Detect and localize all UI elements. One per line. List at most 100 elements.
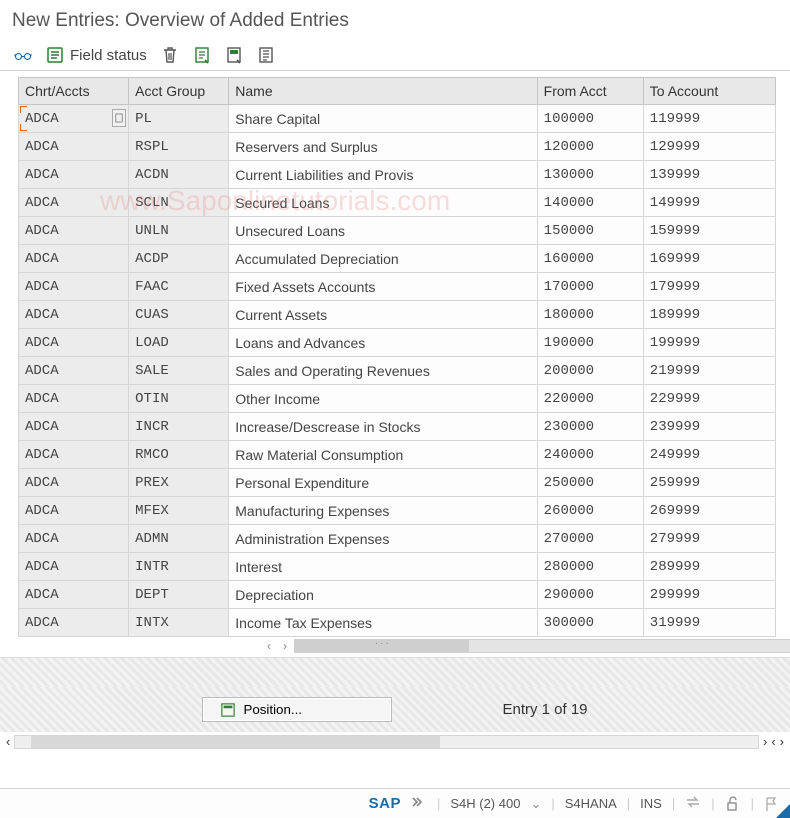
- cell-chrt[interactable]: ADCA: [19, 413, 129, 441]
- cell-from[interactable]: 170000: [537, 273, 643, 301]
- scroll-left-icon[interactable]: ‹: [6, 734, 10, 749]
- cell-from[interactable]: 290000: [537, 581, 643, 609]
- cell-to[interactable]: 159999: [643, 217, 775, 245]
- cell-to[interactable]: 179999: [643, 273, 775, 301]
- cell-chrt[interactable]: ADCA: [19, 441, 129, 469]
- cell-name[interactable]: Current Liabilities and Provis: [229, 161, 537, 189]
- cell-to[interactable]: 289999: [643, 553, 775, 581]
- cell-from[interactable]: 100000: [537, 105, 643, 133]
- cell-chrt[interactable]: ADCA: [19, 189, 129, 217]
- cell-chrt[interactable]: ADCA: [19, 301, 129, 329]
- unlock-icon[interactable]: [725, 796, 741, 812]
- table-row[interactable]: ADCAUNLNUnsecured Loans150000159999: [19, 217, 776, 245]
- table-horizontal-scrollbar[interactable]: ‹ ›: [262, 639, 790, 653]
- cell-name[interactable]: Increase/Descrease in Stocks: [229, 413, 537, 441]
- delete-icon[interactable]: [161, 46, 179, 64]
- table-row[interactable]: ADCADEPTDepreciation290000299999: [19, 581, 776, 609]
- col-chrt[interactable]: Chrt/Accts: [19, 78, 129, 105]
- cell-chrt[interactable]: ADCA: [19, 133, 129, 161]
- cell-group[interactable]: UNLN: [129, 217, 229, 245]
- cell-from[interactable]: 160000: [537, 245, 643, 273]
- cell-group[interactable]: SCLN: [129, 189, 229, 217]
- table-row[interactable]: ADCAINTRInterest280000289999: [19, 553, 776, 581]
- cell-name[interactable]: Share Capital: [229, 105, 537, 133]
- cell-from[interactable]: 260000: [537, 497, 643, 525]
- cell-name[interactable]: Reservers and Surplus: [229, 133, 537, 161]
- col-from[interactable]: From Acct: [537, 78, 643, 105]
- cell-from[interactable]: 220000: [537, 385, 643, 413]
- col-name[interactable]: Name: [229, 78, 537, 105]
- status-system[interactable]: S4H (2) 400: [450, 796, 520, 811]
- scroll-right-icon[interactable]: ›: [763, 734, 767, 749]
- cell-group[interactable]: RSPL: [129, 133, 229, 161]
- cell-chrt[interactable]: ADCA: [19, 581, 129, 609]
- window-horizontal-scrollbar[interactable]: ‹ › ‹ ›: [0, 732, 790, 751]
- cell-group[interactable]: PREX: [129, 469, 229, 497]
- cell-to[interactable]: 239999: [643, 413, 775, 441]
- cell-from[interactable]: 200000: [537, 357, 643, 385]
- scrollbar-thumb[interactable]: [31, 736, 439, 748]
- cell-chrt[interactable]: ADCA: [19, 609, 129, 637]
- cell-group[interactable]: RMCO: [129, 441, 229, 469]
- table-row[interactable]: ADCAMFEXManufacturing Expenses2600002699…: [19, 497, 776, 525]
- cell-from[interactable]: 190000: [537, 329, 643, 357]
- table-row[interactable]: ADCASALESales and Operating Revenues2000…: [19, 357, 776, 385]
- table-row[interactable]: ADCAOTINOther Income220000229999: [19, 385, 776, 413]
- cell-to[interactable]: 319999: [643, 609, 775, 637]
- cell-to[interactable]: 149999: [643, 189, 775, 217]
- cell-name[interactable]: Personal Expenditure: [229, 469, 537, 497]
- table-row[interactable]: ADCAADMNAdministration Expenses270000279…: [19, 525, 776, 553]
- table-row[interactable]: ADCAFAACFixed Assets Accounts17000017999…: [19, 273, 776, 301]
- cell-name[interactable]: Accumulated Depreciation: [229, 245, 537, 273]
- cell-name[interactable]: Sales and Operating Revenues: [229, 357, 537, 385]
- table-row[interactable]: ADCASCLNSecured Loans140000149999: [19, 189, 776, 217]
- cell-to[interactable]: 269999: [643, 497, 775, 525]
- deselect-all-icon[interactable]: [257, 46, 275, 64]
- cell-group[interactable]: OTIN: [129, 385, 229, 413]
- cell-chrt[interactable]: ADCA: [19, 385, 129, 413]
- cell-name[interactable]: Other Income: [229, 385, 537, 413]
- cell-group[interactable]: PL: [129, 105, 229, 133]
- cell-from[interactable]: 240000: [537, 441, 643, 469]
- cell-name[interactable]: Unsecured Loans: [229, 217, 537, 245]
- table-row[interactable]: ADCALOADLoans and Advances190000199999: [19, 329, 776, 357]
- cell-name[interactable]: Depreciation: [229, 581, 537, 609]
- cell-chrt[interactable]: ADCA: [19, 469, 129, 497]
- cell-to[interactable]: 259999: [643, 469, 775, 497]
- f4-help-icon[interactable]: [112, 109, 126, 127]
- cell-from[interactable]: 250000: [537, 469, 643, 497]
- scroll-right-icon[interactable]: ›: [780, 734, 784, 749]
- cell-to[interactable]: 219999: [643, 357, 775, 385]
- cell-from[interactable]: 120000: [537, 133, 643, 161]
- cell-from[interactable]: 280000: [537, 553, 643, 581]
- cell-group[interactable]: INCR: [129, 413, 229, 441]
- cell-to[interactable]: 249999: [643, 441, 775, 469]
- cell-to[interactable]: 139999: [643, 161, 775, 189]
- cell-name[interactable]: Administration Expenses: [229, 525, 537, 553]
- col-group[interactable]: Acct Group: [129, 78, 229, 105]
- scroll-left-icon[interactable]: ‹: [262, 639, 276, 653]
- cell-from[interactable]: 300000: [537, 609, 643, 637]
- cell-from[interactable]: 180000: [537, 301, 643, 329]
- table-row[interactable]: ADCAACDPAccumulated Depreciation16000016…: [19, 245, 776, 273]
- cell-chrt[interactable]: ADCA: [19, 357, 129, 385]
- cell-name[interactable]: Raw Material Consumption: [229, 441, 537, 469]
- cell-group[interactable]: SALE: [129, 357, 229, 385]
- table-row[interactable]: ADCAINTXIncome Tax Expenses300000319999: [19, 609, 776, 637]
- cell-chrt[interactable]: ADCA: [19, 553, 129, 581]
- table-row[interactable]: ADCARSPLReservers and Surplus12000012999…: [19, 133, 776, 161]
- cell-chrt[interactable]: ADCA: [19, 105, 129, 133]
- select-block-icon[interactable]: [225, 46, 243, 64]
- cell-chrt[interactable]: ADCA: [19, 497, 129, 525]
- cell-name[interactable]: Loans and Advances: [229, 329, 537, 357]
- scrollbar-track[interactable]: [14, 735, 759, 749]
- cell-to[interactable]: 119999: [643, 105, 775, 133]
- scroll-left-icon[interactable]: ‹: [771, 734, 775, 749]
- cell-group[interactable]: DEPT: [129, 581, 229, 609]
- cell-from[interactable]: 230000: [537, 413, 643, 441]
- cell-name[interactable]: Manufacturing Expenses: [229, 497, 537, 525]
- cell-from[interactable]: 270000: [537, 525, 643, 553]
- table-row[interactable]: ADCAPLShare Capital100000119999: [19, 105, 776, 133]
- cell-name[interactable]: Fixed Assets Accounts: [229, 273, 537, 301]
- cell-group[interactable]: MFEX: [129, 497, 229, 525]
